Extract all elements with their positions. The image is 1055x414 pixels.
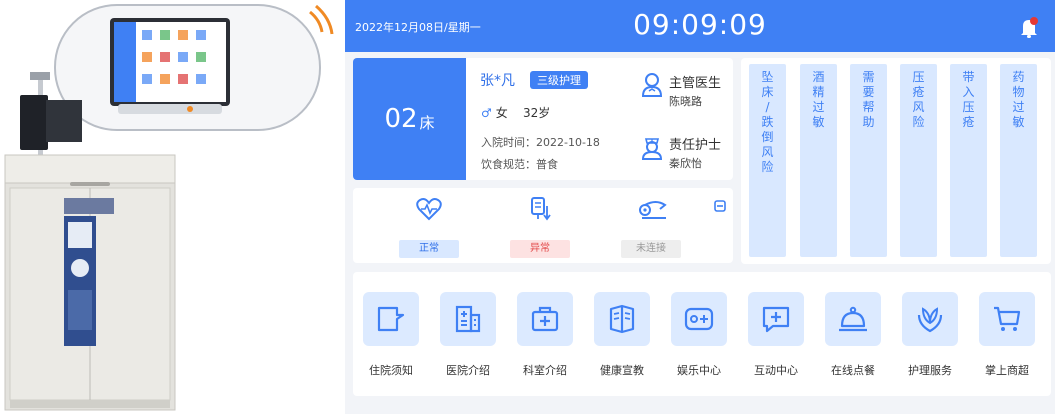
status-badge: 未连接 (621, 240, 681, 258)
care-level-badge: 三级护理 (530, 71, 588, 89)
app-label: 掌上商超 (985, 364, 1029, 377)
expand-icon[interactable] (714, 200, 726, 212)
alert-tag: 需要帮助 (850, 64, 887, 257)
app-tile-nursing-service[interactable]: 护理服务 (892, 292, 968, 392)
pump-status[interactable]: 未连接 (621, 196, 681, 258)
patient-age: 32岁 (523, 106, 551, 120)
admit-value: 2022-10-18 (536, 136, 600, 149)
app-tile-health-education[interactable]: 健康宣教 (584, 292, 660, 392)
app-label: 娱乐中心 (677, 364, 721, 377)
doctor-name: 陈晓路 (669, 95, 702, 108)
nurse-icon (641, 138, 663, 160)
app-icon-box (979, 292, 1035, 346)
app-icon-box (440, 292, 496, 346)
app-label: 健康宣教 (600, 364, 644, 377)
app-tile-interaction[interactable]: 互动中心 (738, 292, 814, 392)
bed-unit: 床 (419, 113, 435, 132)
patient-gender: ♂ 女 (481, 104, 508, 121)
bed-number-value: 02 (384, 104, 418, 134)
doctor-icon (641, 73, 663, 97)
pump-icon (639, 201, 667, 219)
app-icon-box (902, 292, 958, 346)
alert-tag: 压疮风险 (900, 64, 937, 257)
app-icon-box (825, 292, 881, 346)
heart-rate-status[interactable]: 正常 (399, 196, 459, 258)
top-bar: 2022年12月08日/星期一 09:09:09 (345, 0, 1055, 52)
diet-info: 饮食规范：普食 (481, 156, 558, 172)
care-plant-icon (917, 307, 943, 333)
app-tile-mall[interactable]: 掌上商超 (969, 292, 1045, 392)
gamepad-icon (684, 307, 714, 331)
app-label: 在线点餐 (831, 364, 875, 377)
app-icon-box (748, 292, 804, 346)
notice-icon (377, 306, 405, 332)
app-icon-box (671, 292, 727, 346)
app-label: 医院介绍 (446, 364, 490, 377)
notification-bell-icon[interactable] (1019, 16, 1041, 40)
app-tile-entertainment[interactable]: 娱乐中心 (661, 292, 737, 392)
nurse-name: 秦欣怡 (669, 157, 702, 170)
app-label: 科室介绍 (523, 364, 567, 377)
page-root: 2022年12月08日/星期一 09:09:09 02 床 张*凡 三级护理 ♂… (0, 0, 1055, 414)
admit-date: 入院时间：2022-10-18 (481, 134, 600, 150)
alert-tag: 坠床 / 跌倒风险 (749, 64, 786, 257)
device-status-card: 正常 异常 未连接 (353, 188, 733, 263)
bedside-terminal-screen: 2022年12月08日/星期一 09:09:09 02 床 张*凡 三级护理 ♂… (345, 0, 1055, 414)
diet-label: 饮食规范： (481, 158, 536, 171)
status-badge: 正常 (399, 240, 459, 258)
patient-card: 02 床 张*凡 三级护理 ♂ 女 32岁 入院时间：2022-10-18 饮食规… (353, 58, 733, 180)
gender-icon: ♂ (481, 106, 492, 120)
app-icon-box (363, 292, 419, 346)
infusion-icon (531, 197, 551, 221)
app-label: 互动中心 (754, 364, 798, 377)
alert-tag: 酒精过敏 (800, 64, 837, 257)
alert-tag: 药物过敏 (1000, 64, 1037, 257)
heart-rate-icon (416, 198, 442, 221)
chat-plus-icon (762, 306, 790, 333)
cloche-icon (839, 306, 867, 332)
clock: 09:09:09 (633, 8, 767, 41)
gender-label: 女 (495, 106, 508, 120)
admit-label: 入院时间： (481, 136, 536, 149)
app-label: 护理服务 (908, 364, 952, 377)
app-icon-box (594, 292, 650, 346)
app-tile-admission-notice[interactable]: 住院须知 (353, 292, 429, 392)
alert-tag: 带入压疮 (950, 64, 987, 257)
bed-number: 02 床 (353, 58, 466, 180)
infusion-status[interactable]: 异常 (510, 196, 570, 258)
app-grid: 住院须知 医院介绍 科室介绍 健康宣教 娱乐中心 互动中心 在线点餐 护理服务 … (353, 272, 1051, 396)
bedside-cabinet-photo (0, 0, 345, 414)
diet-value: 普食 (536, 158, 558, 171)
patient-name: 张*凡 (480, 73, 515, 89)
book-icon (609, 304, 635, 334)
status-badge: 异常 (510, 240, 570, 258)
app-label: 住院须知 (369, 364, 413, 377)
app-tile-department-intro[interactable]: 科室介绍 (507, 292, 583, 392)
app-tile-online-ordering[interactable]: 在线点餐 (815, 292, 891, 392)
hospital-icon (455, 305, 481, 333)
risk-alerts-card: 坠床 / 跌倒风险 酒精过敏 需要帮助 压疮风险 带入压疮 药物过敏 (741, 58, 1051, 264)
medical-kit-icon (531, 306, 559, 332)
app-tile-hospital-intro[interactable]: 医院介绍 (430, 292, 506, 392)
doctor-role: 主管医生 (669, 76, 722, 91)
app-icon-box (517, 292, 573, 346)
nurse-role: 责任护士 (669, 138, 722, 153)
cart-icon (994, 306, 1021, 331)
